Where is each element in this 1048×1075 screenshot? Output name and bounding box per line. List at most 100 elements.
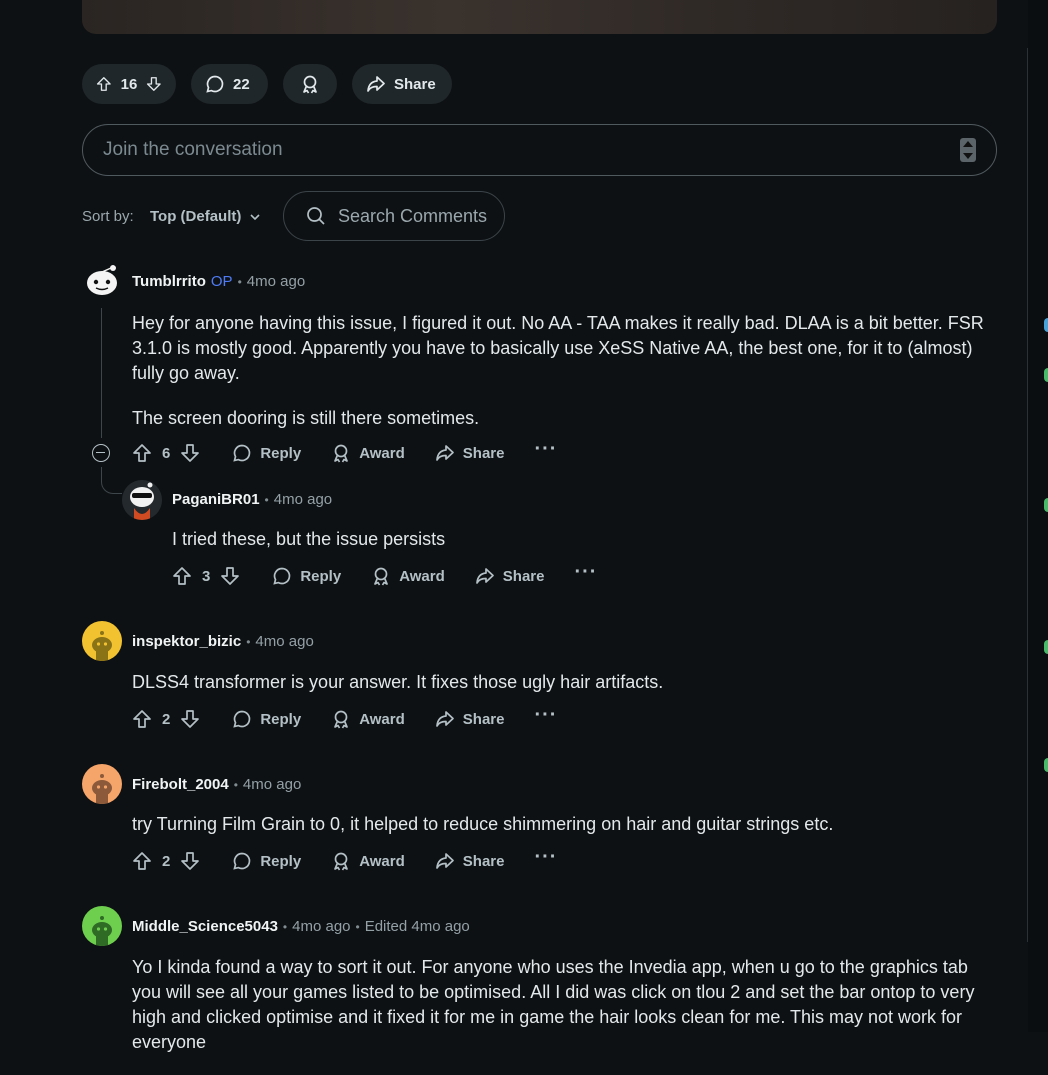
comment-actions: 6 Reply Award Share ··· — [132, 439, 557, 463]
upvote-icon[interactable] — [132, 443, 152, 463]
share-button[interactable]: Share — [435, 443, 504, 463]
comment-meta: PaganiBR01 • 4mo ago — [172, 491, 332, 508]
reply-label: Reply — [260, 852, 302, 870]
vote-count: 2 — [162, 852, 171, 870]
sidebar-indicator — [1044, 498, 1048, 512]
comment-body: Yo I kinda found a way to sort it out. F… — [132, 955, 992, 1075]
thread-line — [101, 308, 102, 438]
comment-actions: 3 Reply Award Share ··· — [172, 562, 597, 586]
snoo-avatar-icon — [92, 916, 112, 946]
comment-count: 22 — [233, 75, 250, 93]
share-label: Share — [462, 710, 505, 728]
comment-actions: 2 Reply Award Share ··· — [132, 847, 557, 871]
upvote-icon[interactable] — [96, 74, 112, 94]
thread-connector — [101, 467, 122, 494]
vote-count: 3 — [202, 567, 211, 585]
award-button[interactable]: Award — [331, 851, 405, 871]
search-comments-input[interactable]: Search Comments — [283, 191, 505, 241]
share-label: Share — [462, 852, 505, 870]
more-options-icon[interactable]: ··· — [534, 705, 557, 725]
award-icon — [374, 567, 389, 586]
vote-count: 6 — [162, 444, 171, 462]
award-button[interactable]: Award — [331, 443, 405, 463]
downvote-icon[interactable] — [180, 851, 200, 871]
snoo-avatar-icon — [87, 265, 117, 295]
collapse-thread-icon[interactable] — [92, 444, 110, 462]
more-options-icon[interactable]: ··· — [534, 847, 557, 867]
sidebar-indicator — [1044, 640, 1048, 654]
resize-handle[interactable] — [960, 138, 976, 162]
comment-icon — [233, 444, 251, 462]
upvote-icon[interactable] — [172, 566, 192, 586]
downvote-icon[interactable] — [146, 74, 162, 94]
comment-paragraph: Hey for anyone having this issue, I figu… — [132, 313, 984, 383]
comment-author[interactable]: PaganiBR01 — [172, 491, 260, 508]
comment-meta: Tumblrrito OP • 4mo ago — [132, 273, 305, 290]
comment-author[interactable]: inspektor_bizic — [132, 633, 241, 650]
comment-author[interactable]: Firebolt_2004 — [132, 776, 229, 793]
reply-button[interactable]: Reply — [232, 851, 301, 871]
award-icon — [303, 75, 317, 94]
more-options-icon[interactable]: ··· — [574, 562, 597, 582]
award-button[interactable] — [283, 64, 337, 104]
comment-paragraph: The screen dooring is still there someti… — [132, 408, 480, 428]
post-media — [82, 0, 997, 34]
sort-dropdown[interactable]: Top (Default) — [150, 208, 261, 225]
separator-dot: • — [233, 777, 238, 792]
award-button[interactable]: Award — [331, 709, 405, 729]
comment-author[interactable]: Middle_Science5043 — [132, 918, 278, 935]
share-icon — [435, 445, 454, 461]
vote-group: 6 — [132, 443, 200, 463]
award-button[interactable]: Award — [371, 566, 445, 586]
vote-group: 3 — [172, 566, 240, 586]
share-icon — [367, 76, 385, 92]
vote-group: 2 — [132, 709, 200, 729]
upvote-icon[interactable] — [132, 709, 152, 729]
chevron-down-icon — [250, 213, 260, 220]
share-button[interactable]: Share — [435, 851, 505, 871]
share-button[interactable]: Share — [352, 64, 452, 104]
sort-value: Top (Default) — [150, 208, 242, 225]
comment-paragraph: Yo I kinda found a way to sort it out. F… — [132, 957, 975, 1052]
award-label: Award — [359, 852, 405, 870]
share-button[interactable]: Share — [475, 566, 544, 586]
avatar[interactable] — [122, 480, 162, 520]
reply-button[interactable]: Reply — [232, 709, 301, 729]
share-icon — [435, 853, 454, 869]
comments-button[interactable]: 22 — [191, 64, 268, 104]
reply-button[interactable]: Reply — [232, 443, 301, 463]
comment-author[interactable]: Tumblrrito — [132, 273, 206, 290]
award-label: Award — [359, 710, 405, 728]
reply-button[interactable]: Reply — [272, 566, 341, 586]
search-placeholder: Search Comments — [338, 205, 488, 226]
composer-placeholder: Join the conversation — [103, 139, 283, 160]
separator-dot: • — [246, 634, 251, 649]
downvote-icon[interactable] — [180, 709, 200, 729]
comment-paragraph: I tried these, but the issue persists — [172, 529, 446, 549]
downvote-icon[interactable] — [180, 443, 200, 463]
reply-label: Reply — [260, 444, 302, 462]
avatar[interactable] — [82, 764, 122, 804]
avatar[interactable] — [82, 906, 122, 946]
comment-icon — [233, 710, 251, 728]
share-button[interactable]: Share — [435, 709, 505, 729]
comment-actions: 2 Reply Award Share ··· — [132, 705, 557, 729]
award-label: Award — [359, 444, 405, 462]
right-sidebar-edge — [1028, 0, 1048, 1032]
more-options-icon[interactable]: ··· — [534, 439, 557, 459]
separator-dot: • — [355, 919, 360, 934]
separator-dot: • — [264, 492, 269, 507]
downvote-icon[interactable] — [220, 566, 240, 586]
award-icon — [334, 852, 349, 871]
comment-time: 4mo ago — [255, 633, 314, 650]
comment-meta: inspektor_bizic • 4mo ago — [132, 633, 314, 650]
upvote-icon[interactable] — [132, 851, 152, 871]
sidebar-indicator — [1044, 758, 1048, 772]
sidebar-indicator — [1044, 318, 1048, 332]
avatar[interactable] — [82, 621, 122, 661]
reply-label: Reply — [260, 710, 302, 728]
comment-icon — [206, 75, 224, 93]
avatar[interactable] — [82, 261, 122, 301]
snoo-avatar-icon — [92, 631, 112, 661]
comment-composer[interactable]: Join the conversation — [82, 124, 997, 176]
